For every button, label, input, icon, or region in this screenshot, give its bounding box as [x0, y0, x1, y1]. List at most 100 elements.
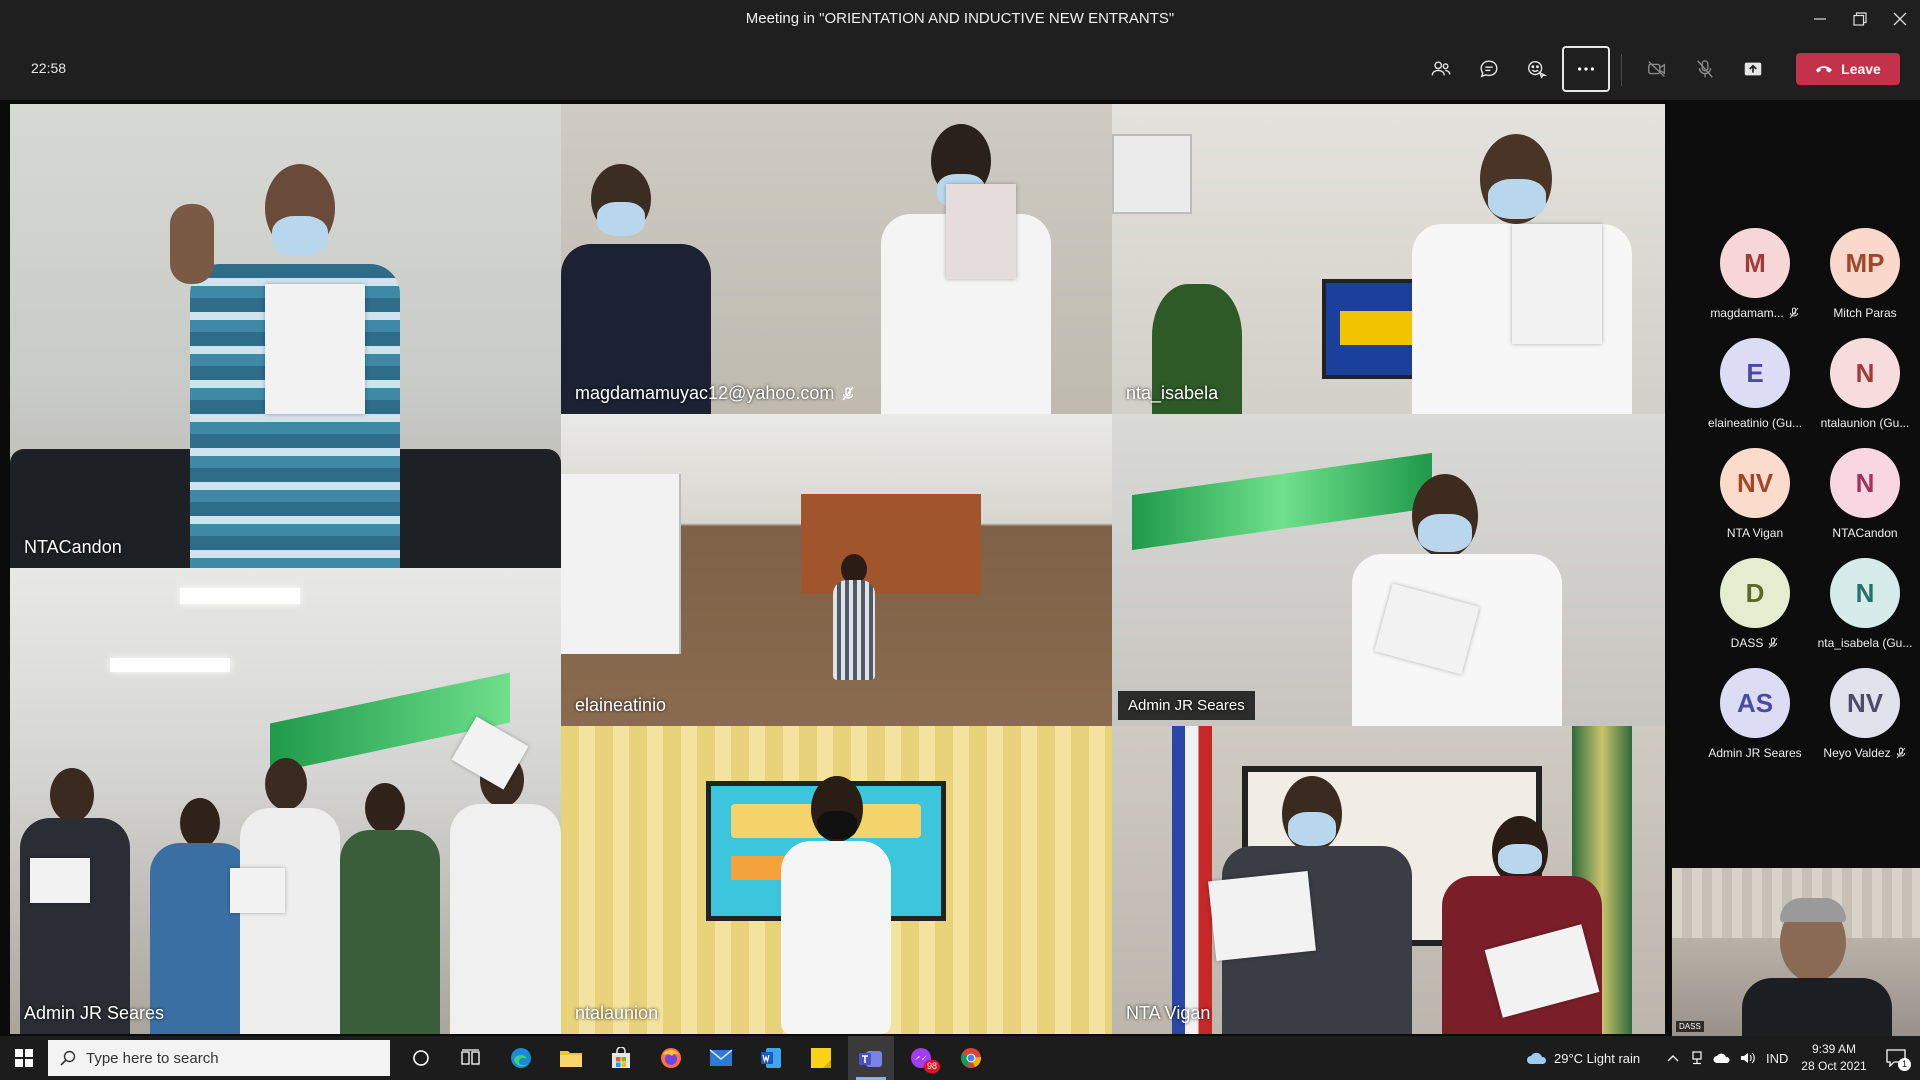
oath-paper [1512, 224, 1602, 344]
participant-item[interactable]: Eelaineatinio (Gu... [1700, 338, 1810, 438]
tile-name-text: magdamamuyac12@yahoo.com [575, 383, 835, 403]
participant-body [781, 841, 891, 1034]
tile-name-label: NTA Vigan [1126, 1003, 1211, 1023]
participant-name-row: ntalaunion (Gu... [1810, 416, 1920, 430]
leave-label: Leave [1841, 61, 1881, 77]
participant-name: Admin JR Seares [1708, 746, 1802, 760]
sticky-notes-icon[interactable] [798, 1036, 844, 1080]
air-conditioner [1112, 134, 1192, 214]
participant-item[interactable]: Nnta_isabela (Gu... [1810, 558, 1920, 658]
ceiling-light [110, 658, 230, 672]
participant-avatar: M [1720, 228, 1790, 298]
network-icon[interactable] [1686, 1036, 1708, 1080]
participant-name-row: DASS [1700, 636, 1810, 650]
clock-time: 9:39 AM [1811, 1042, 1857, 1056]
close-icon[interactable] [1880, 4, 1920, 34]
oath-paper [30, 858, 90, 903]
participant-name: ntalaunion (Gu... [1820, 416, 1910, 430]
mic-off-icon[interactable] [1682, 47, 1728, 91]
participant-avatar: N [1830, 558, 1900, 628]
notification-badge: 1 [1898, 1058, 1912, 1071]
ceiling-light [180, 588, 300, 604]
cortana-icon[interactable] [398, 1036, 444, 1080]
oath-paper [1208, 870, 1316, 962]
participant-name-row: NTA Vigan [1700, 526, 1810, 540]
video-tile-nta-isabela[interactable]: nta_isabela [1112, 104, 1665, 414]
flag [1172, 726, 1212, 1034]
window-title-bar: Meeting in "ORIENTATION AND INDUCTIVE NE… [0, 0, 1920, 38]
video-tile-magdamamuyac[interactable]: magdamamuyac12@yahoo.com [561, 104, 1112, 414]
participant-name: NTACandon [1832, 526, 1898, 540]
participant-head [265, 758, 307, 810]
hang-up-icon [1816, 66, 1833, 73]
participant-item[interactable]: MP Mitch Paras [1810, 228, 1920, 328]
word-icon[interactable] [748, 1036, 794, 1080]
camera-off-icon[interactable] [1634, 47, 1680, 91]
windows-start-icon[interactable] [6, 1036, 42, 1080]
mail-icon[interactable] [698, 1036, 744, 1080]
messenger-icon[interactable]: 98 [898, 1036, 944, 1080]
participant-name: Mitch Paras [1833, 306, 1897, 320]
edge-icon[interactable] [498, 1036, 544, 1080]
people-icon[interactable] [1418, 47, 1464, 91]
task-view-icon[interactable] [448, 1036, 494, 1080]
clock-date: 28 Oct 2021 [1801, 1059, 1867, 1073]
participant-name-row: Mitch Paras [1810, 306, 1920, 320]
chevron-up-icon[interactable] [1662, 1036, 1684, 1080]
participant-name-row: NTACandon [1810, 526, 1920, 540]
video-tile-ntacandon[interactable]: NTACandon [10, 104, 561, 568]
meeting-timer: 22:58 [31, 60, 67, 76]
video-tile-admin-jr-seares-2[interactable]: Admin JR Seares [1112, 414, 1665, 726]
participant-body [340, 830, 440, 1034]
minimize-icon[interactable] [1800, 4, 1840, 34]
participant-name: nta_isabela (Gu... [1817, 636, 1913, 650]
face-mask [1288, 812, 1336, 846]
participant-item[interactable]: N NTACandon [1810, 448, 1920, 548]
participant-name-row: Admin JR Seares [1700, 746, 1810, 760]
share-icon[interactable] [1730, 47, 1776, 91]
weather-icon[interactable] [1522, 1036, 1552, 1080]
video-tile-ntalaunion[interactable]: ntalaunion [561, 726, 1112, 1034]
reactions-icon[interactable] [1514, 47, 1560, 91]
self-view-video[interactable]: DASS [1672, 868, 1920, 1036]
restore-icon[interactable] [1840, 4, 1880, 34]
participant-avatar: E [1720, 338, 1790, 408]
video-tile-elaineatinio[interactable]: elaineatinio [561, 414, 1112, 726]
participant-item[interactable]: Nntalaunion (Gu... [1810, 338, 1920, 438]
participant-name-row: Neyo Valdez [1810, 746, 1920, 760]
participant-avatar: NV [1720, 448, 1790, 518]
window-title: Meeting in "ORIENTATION AND INDUCTIVE NE… [745, 10, 1175, 27]
participant-name: elaineatinio (Gu... [1707, 416, 1803, 430]
mic-muted-icon [1896, 747, 1905, 759]
taskbar-clock[interactable]: 9:39 AM 28 Oct 2021 [1795, 1041, 1873, 1075]
meeting-toolbar: 22:58 Leave [0, 38, 1920, 100]
chat-icon[interactable] [1466, 47, 1512, 91]
onedrive-icon[interactable] [1710, 1036, 1734, 1080]
volume-icon[interactable] [1736, 1036, 1760, 1080]
tile-name-label: elaineatinio [575, 695, 667, 715]
toolbar-divider [1621, 54, 1622, 86]
chrome-icon[interactable] [948, 1036, 994, 1080]
language-indicator[interactable]: IND [1766, 1036, 1788, 1080]
notification-center-icon[interactable]: 1 [1876, 1036, 1916, 1080]
face-mask [1498, 844, 1542, 874]
taskbar-search-box[interactable]: Type here to search [48, 1040, 390, 1076]
firefox-icon[interactable] [648, 1036, 694, 1080]
store-icon[interactable] [598, 1036, 644, 1080]
back-wall [801, 494, 981, 594]
video-tile-admin-jr-seares[interactable]: Admin JR Seares [10, 568, 561, 1034]
search-icon [60, 1050, 76, 1066]
participant-item[interactable]: NV Neyo Valdez [1810, 668, 1920, 768]
participant-item[interactable]: AS Admin JR Seares [1700, 668, 1810, 768]
search-placeholder: Type here to search [86, 1049, 219, 1067]
participant-item[interactable]: NV NTA Vigan [1700, 448, 1810, 548]
video-tile-nta-vigan[interactable]: NTA Vigan [1112, 726, 1665, 1034]
teams-icon[interactable] [848, 1036, 894, 1080]
participant-item[interactable]: Mmagdamam... [1700, 228, 1810, 328]
participant-item[interactable]: D DASS [1700, 558, 1810, 658]
file-explorer-icon[interactable] [548, 1036, 594, 1080]
leave-button[interactable]: Leave [1796, 53, 1900, 85]
more-icon[interactable] [1562, 46, 1610, 92]
participant-body [833, 580, 875, 680]
weather-text[interactable]: 29°C Light rain [1554, 1036, 1640, 1080]
